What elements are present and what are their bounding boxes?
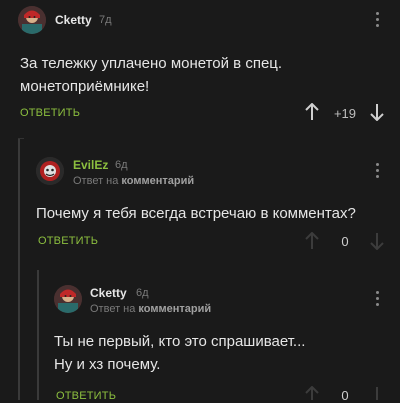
rating-value: +19 — [333, 106, 357, 121]
reply-to-link[interactable]: комментарий — [138, 303, 211, 315]
arrow-up-icon[interactable] — [305, 386, 319, 400]
arrow-down-icon[interactable] — [370, 386, 384, 400]
rating-value: 0 — [341, 388, 349, 403]
comment-time: 6д — [115, 159, 128, 171]
arrow-up-icon[interactable] — [305, 103, 319, 121]
reply-to: Ответ на комментарий — [90, 303, 211, 315]
reply-button[interactable]: ОТВЕТИТЬ — [20, 107, 80, 119]
comment-author[interactable]: Cketty — [90, 286, 127, 300]
comment-text: Почему я тебя всегда встречаю в коммента… — [36, 202, 396, 225]
more-vertical-icon[interactable] — [374, 163, 380, 183]
more-vertical-icon[interactable] — [374, 12, 380, 32]
reply-to-prefix: Ответ на — [73, 175, 119, 187]
thread-branch-level-1 — [18, 138, 24, 139]
avatar[interactable] — [36, 157, 64, 185]
comment-time: 6д — [136, 287, 149, 299]
comment-text-line: Ну и хз почему. — [54, 356, 161, 373]
avatar[interactable] — [18, 6, 46, 34]
arrow-up-icon[interactable] — [305, 232, 319, 250]
comment-text-line: монетоприёмнике! — [20, 78, 150, 95]
reply-to: Ответ на комментарий — [73, 175, 194, 187]
comment-text-line: Ты не первый, кто это спрашивает... — [54, 333, 306, 350]
comment-author[interactable]: Cketty — [55, 13, 92, 27]
comment-text: Ты не первый, кто это спрашивает... Ну и… — [54, 330, 394, 376]
comment-text-line: Почему я тебя всегда встречаю в коммента… — [36, 205, 356, 222]
avatar[interactable] — [54, 285, 82, 313]
comment-text: За тележку уплачено монетой в спец. моне… — [20, 52, 380, 98]
comment-text-line: За тележку уплачено монетой в спец. — [20, 55, 283, 72]
thread-line-level-1 — [18, 138, 20, 400]
thread-line-level-2 — [37, 270, 39, 400]
reply-to-prefix: Ответ на — [90, 303, 136, 315]
more-vertical-icon[interactable] — [374, 291, 380, 311]
rating-value: 0 — [341, 234, 349, 249]
comment-author[interactable]: EvilEz — [73, 158, 108, 172]
reply-button[interactable]: ОТВЕТИТЬ — [38, 235, 98, 247]
arrow-down-icon[interactable] — [370, 103, 384, 121]
arrow-down-icon[interactable] — [370, 232, 384, 250]
comment-time: 7д — [99, 14, 112, 26]
reply-button[interactable]: ОТВЕТИТЬ — [56, 390, 116, 402]
reply-to-link[interactable]: комментарий — [121, 175, 194, 187]
